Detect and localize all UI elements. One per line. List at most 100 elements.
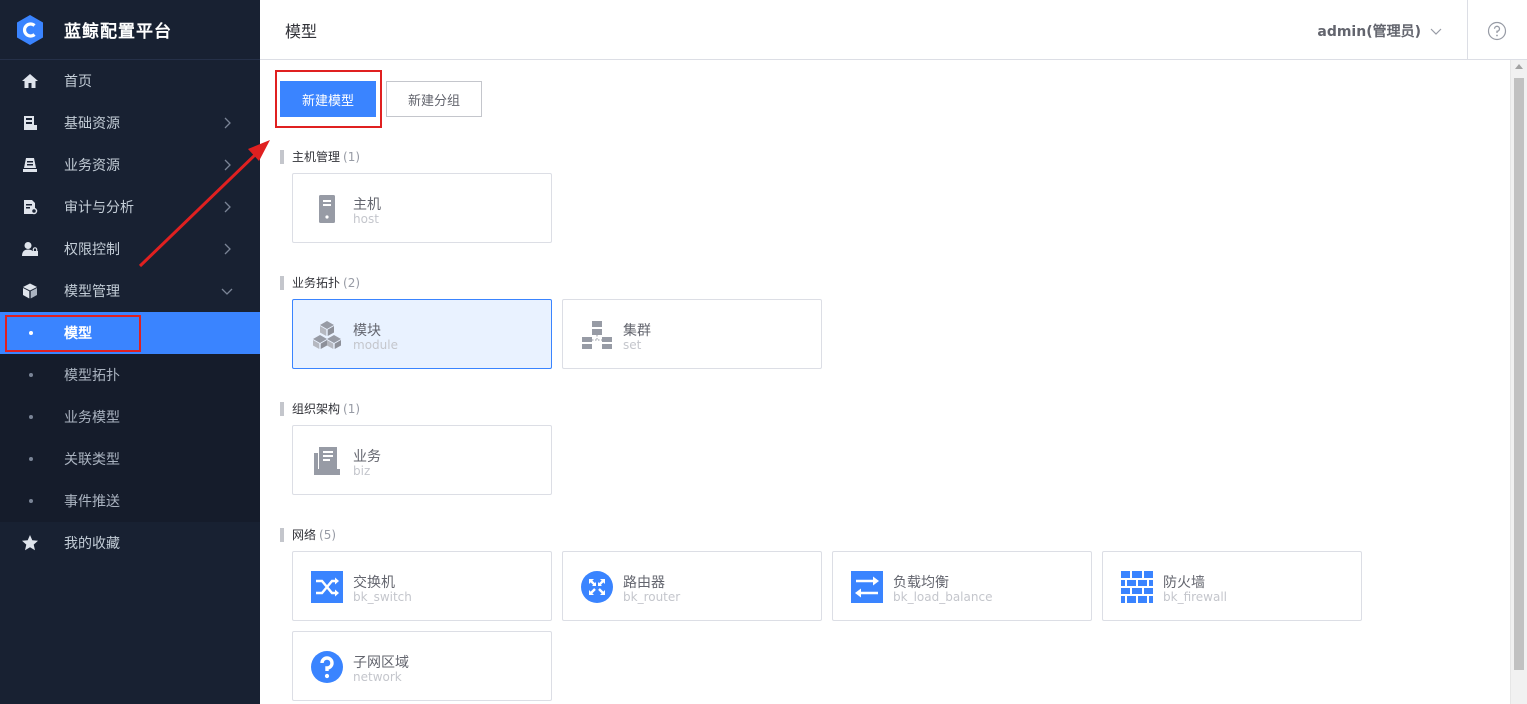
chevron-right-icon <box>224 201 231 213</box>
sidebar-item-label: 事件推送 <box>64 494 120 510</box>
header-divider <box>1467 0 1468 60</box>
scroll-thumb[interactable] <box>1514 78 1524 670</box>
model-id: module <box>353 338 398 352</box>
highlight-box <box>275 70 382 128</box>
biz-icon <box>311 445 343 477</box>
group-title: 组织架构 (1) <box>280 400 360 417</box>
user-menu[interactable]: admin(管理员) <box>1317 21 1443 41</box>
sidebar-item-business-model[interactable]: 业务模型 <box>0 396 260 438</box>
sidebar-item-label: 业务模型 <box>64 410 120 426</box>
group-bar <box>280 527 284 542</box>
model-card-load-balance[interactable]: 负载均衡 bk_load_balance <box>832 551 1092 621</box>
switch-icon <box>311 571 343 603</box>
bullet-icon <box>29 373 33 377</box>
sidebar-item-permission[interactable]: 权限控制 <box>0 228 260 270</box>
sidebar-item-basic-resources[interactable]: 基础资源 <box>0 102 260 144</box>
group-title: 业务拓扑 (2) <box>280 274 360 291</box>
sidebar-item-label: 审计与分析 <box>64 200 134 216</box>
highlight-box <box>5 315 141 352</box>
model-name: 业务 <box>353 449 381 465</box>
model-card-set[interactable]: 集群 set <box>562 299 822 369</box>
brand-name: 蓝鲸配置平台 <box>64 22 172 42</box>
cube-icon <box>20 281 40 301</box>
sidebar-item-model-management[interactable]: 模型管理 <box>0 270 260 312</box>
sidebar-item-association-type[interactable]: 关联类型 <box>0 438 260 480</box>
bullet-icon <box>29 499 33 503</box>
bullet-icon <box>29 457 33 461</box>
group-title: 主机管理 (1) <box>280 148 360 165</box>
model-card-router[interactable]: 路由器 bk_router <box>562 551 822 621</box>
chevron-right-icon <box>224 243 231 255</box>
model-name: 子网区域 <box>353 655 409 671</box>
group-name: 组织架构 <box>292 402 341 416</box>
model-name: 路由器 <box>623 575 665 591</box>
bullet-icon <box>29 415 33 419</box>
sidebar-item-label: 模型拓扑 <box>64 368 120 384</box>
firewall-icon <box>1121 571 1153 603</box>
home-icon <box>20 71 40 91</box>
sidebar-item-label: 模型管理 <box>64 284 120 300</box>
model-id: network <box>353 670 402 684</box>
audit-icon <box>20 197 40 217</box>
question-icon <box>311 651 343 683</box>
group-name: 业务拓扑 <box>292 276 341 290</box>
scroll-up-icon[interactable] <box>1515 64 1523 69</box>
brand[interactable]: 蓝鲸配置平台 <box>0 0 260 60</box>
group-count: (1) <box>343 401 361 416</box>
star-icon <box>20 533 40 553</box>
chevron-right-icon <box>224 117 231 129</box>
group-count: (1) <box>343 149 361 164</box>
sidebar-nav-bottom: 我的收藏 <box>0 522 260 564</box>
sidebar-item-favorites[interactable]: 我的收藏 <box>0 522 260 564</box>
model-card-firewall[interactable]: 防火墙 bk_firewall <box>1102 551 1362 621</box>
business-resource-icon <box>20 155 40 175</box>
group-title: 网络 (5) <box>280 526 336 543</box>
logo-icon <box>17 14 43 45</box>
sidebar-item-label: 首页 <box>64 74 92 90</box>
module-icon <box>311 319 343 351</box>
sidebar-item-label: 权限控制 <box>64 242 120 258</box>
model-card-module[interactable]: 模块 module <box>292 299 552 369</box>
group-count: (5) <box>319 527 337 542</box>
model-id: bk_switch <box>353 590 412 604</box>
model-card-biz[interactable]: 业务 biz <box>292 425 552 495</box>
host-icon <box>311 193 343 225</box>
new-group-button[interactable]: 新建分组 <box>386 81 482 117</box>
set-icon <box>581 319 613 351</box>
sidebar-item-business-resources[interactable]: 业务资源 <box>0 144 260 186</box>
model-id: bk_firewall <box>1163 590 1228 604</box>
model-card-host[interactable]: 主机 host <box>292 173 552 243</box>
sidebar: 蓝鲸配置平台 首页 基础资源 业务资源 审计与分析 权限控制 模型管理 模型 模… <box>0 0 260 704</box>
model-card-network[interactable]: 子网区域 network <box>292 631 552 701</box>
load-balance-icon <box>851 571 883 603</box>
chevron-right-icon <box>224 159 231 171</box>
vertical-scrollbar[interactable] <box>1510 60 1527 704</box>
group-bar <box>280 401 284 416</box>
sidebar-item-audit[interactable]: 审计与分析 <box>0 186 260 228</box>
model-id: biz <box>353 464 371 478</box>
model-name: 集群 <box>623 323 651 339</box>
help-icon[interactable] <box>1487 21 1507 41</box>
chevron-down-icon <box>221 288 233 295</box>
model-name: 防火墙 <box>1163 575 1205 591</box>
model-id: bk_load_balance <box>893 590 993 604</box>
main-content: 新建模型 新建分组 主机管理 (1) 主机 host 业务拓扑 (2) 模块 m… <box>260 60 1510 704</box>
model-id: host <box>353 212 379 226</box>
top-header: 模型 admin(管理员) <box>260 0 1527 60</box>
sidebar-item-label: 业务资源 <box>64 158 120 174</box>
permission-icon <box>20 239 40 259</box>
sidebar-item-label: 基础资源 <box>64 116 120 132</box>
sidebar-item-label: 我的收藏 <box>64 536 120 552</box>
model-card-switch[interactable]: 交换机 bk_switch <box>292 551 552 621</box>
group-name: 网络 <box>292 528 317 542</box>
user-name: admin(管理员) <box>1317 24 1421 40</box>
model-name: 交换机 <box>353 575 395 591</box>
model-name: 主机 <box>353 197 381 213</box>
model-name: 模块 <box>353 323 381 339</box>
group-name: 主机管理 <box>292 150 341 164</box>
model-name: 负载均衡 <box>893 575 949 591</box>
page-title: 模型 <box>285 21 318 41</box>
sidebar-item-model-topology[interactable]: 模型拓扑 <box>0 354 260 396</box>
sidebar-item-event-push[interactable]: 事件推送 <box>0 480 260 522</box>
sidebar-item-home[interactable]: 首页 <box>0 60 260 102</box>
